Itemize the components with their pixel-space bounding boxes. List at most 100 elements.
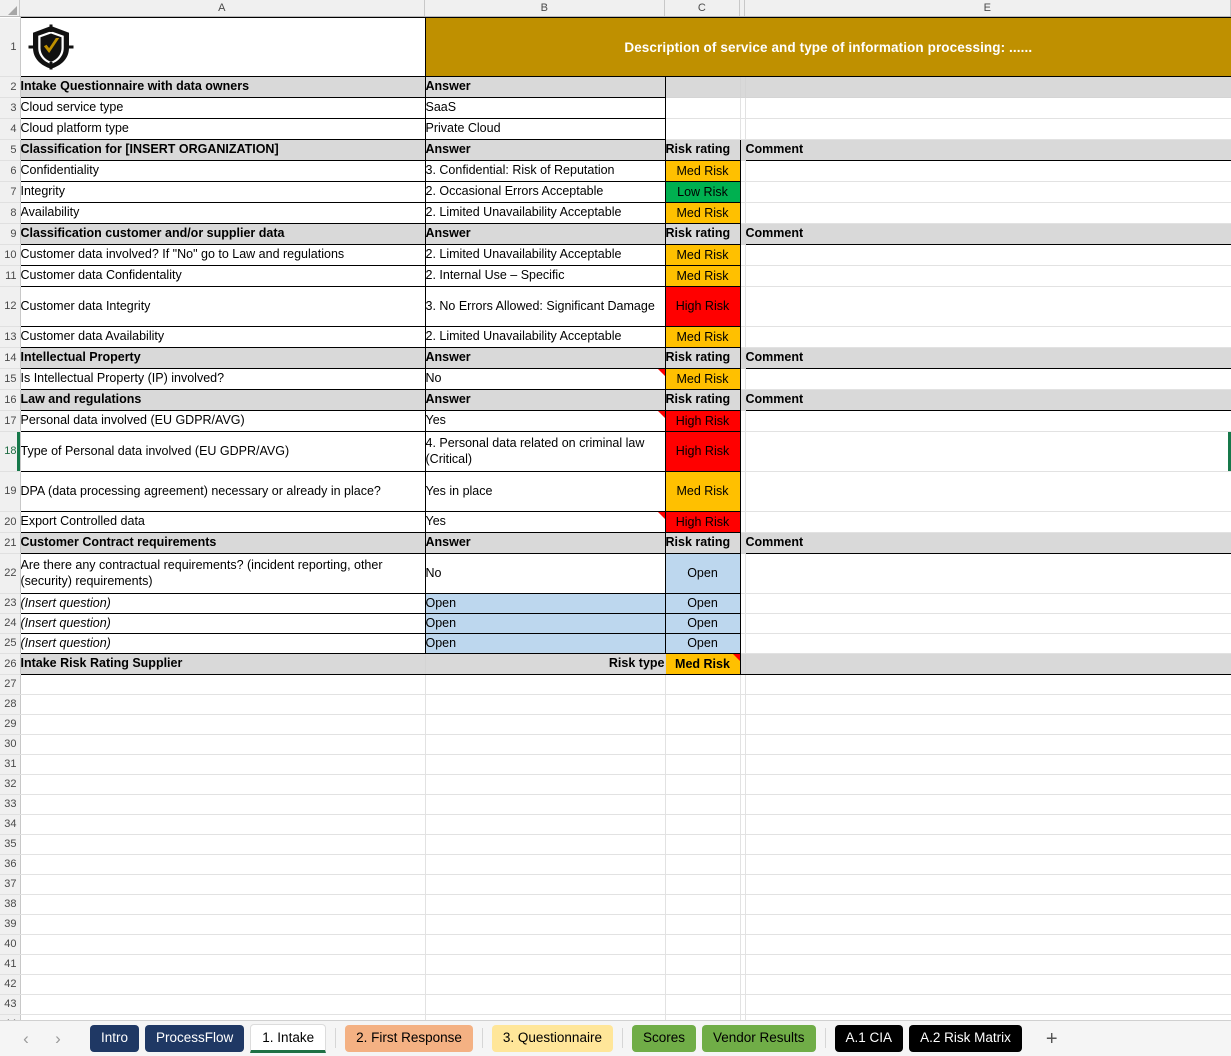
- cell-e3[interactable]: [745, 98, 1231, 119]
- cell-e33[interactable]: [745, 795, 1231, 815]
- cell-e12[interactable]: [745, 287, 1231, 327]
- sheet-tab-intake-active[interactable]: 1. Intake: [250, 1024, 326, 1053]
- cell-a13[interactable]: Customer data Availability: [20, 327, 425, 348]
- sheet-tab-processflow[interactable]: ProcessFlow: [145, 1025, 244, 1052]
- cell-b11[interactable]: 2. Internal Use – Specific: [425, 266, 665, 287]
- cell-b30[interactable]: [425, 735, 665, 755]
- cell-b25[interactable]: Open: [425, 634, 665, 654]
- table-row[interactable]: 5 Classification for [INSERT ORGANIZATIO…: [0, 140, 1231, 161]
- cell-e15[interactable]: [745, 369, 1231, 390]
- cell-b41[interactable]: [425, 955, 665, 975]
- row-header-36[interactable]: 36: [0, 855, 20, 875]
- row-header-1[interactable]: 1: [0, 18, 20, 77]
- cell-a3[interactable]: Cloud service type: [20, 98, 425, 119]
- cell-a8[interactable]: Availability: [20, 203, 425, 224]
- risk-badge-c17[interactable]: High Risk: [665, 411, 740, 432]
- next-sheet-icon[interactable]: ›: [50, 1030, 66, 1047]
- cell-c28[interactable]: [665, 695, 740, 715]
- row-header-32[interactable]: 32: [0, 775, 20, 795]
- row-header-31[interactable]: 31: [0, 755, 20, 775]
- table-row[interactable]: 26 Intake Risk Rating Supplier Risk type…: [0, 654, 1231, 675]
- row-header-17[interactable]: 17: [0, 411, 20, 432]
- cell-b7[interactable]: 2. Occasional Errors Acceptable: [425, 182, 665, 203]
- cell-a24[interactable]: (Insert question): [20, 614, 425, 634]
- cell-a30[interactable]: [20, 735, 425, 755]
- table-row[interactable]: 17 Personal data involved (EU GDPR/AVG) …: [0, 411, 1231, 432]
- table-row[interactable]: 6 Confidentiality 3. Confidential: Risk …: [0, 161, 1231, 182]
- cell-e42[interactable]: [745, 975, 1231, 995]
- cell-e37[interactable]: [745, 875, 1231, 895]
- sheet-tab-vendor-results[interactable]: Vendor Results: [702, 1025, 816, 1052]
- risk-badge-c22[interactable]: Open: [665, 554, 740, 594]
- sheet-tab-questionnaire[interactable]: 3. Questionnaire: [492, 1025, 613, 1052]
- cell-b13[interactable]: 2. Limited Unavailability Acceptable: [425, 327, 665, 348]
- cell-b39[interactable]: [425, 915, 665, 935]
- table-row[interactable]: 39: [0, 915, 1231, 935]
- cell-e28[interactable]: [745, 695, 1231, 715]
- cell-c14[interactable]: Risk rating: [665, 348, 740, 369]
- row-header-4[interactable]: 4: [0, 119, 20, 140]
- cell-b36[interactable]: [425, 855, 665, 875]
- cell-a9[interactable]: Classification customer and/or supplier …: [20, 224, 425, 245]
- risk-badge-c19[interactable]: Med Risk: [665, 472, 740, 512]
- cell-e5[interactable]: Comment: [745, 140, 1231, 161]
- cell-a14[interactable]: Intellectual Property: [20, 348, 425, 369]
- cell-c3[interactable]: [665, 98, 740, 119]
- cell-a36[interactable]: [20, 855, 425, 875]
- cell-a22[interactable]: Are there any contractual requirements? …: [20, 554, 425, 594]
- cell-b29[interactable]: [425, 715, 665, 735]
- table-row[interactable]: 4 Cloud platform type Private Cloud: [0, 119, 1231, 140]
- table-row[interactable]: 8 Availability 2. Limited Unavailability…: [0, 203, 1231, 224]
- table-row[interactable]: 32: [0, 775, 1231, 795]
- cell-a21[interactable]: Customer Contract requirements: [20, 533, 425, 554]
- cell-a20[interactable]: Export Controlled data: [20, 512, 425, 533]
- cell-a5[interactable]: Classification for [INSERT ORGANIZATION]: [20, 140, 425, 161]
- cell-c39[interactable]: [665, 915, 740, 935]
- cell-c2[interactable]: [665, 77, 740, 98]
- cell-a6[interactable]: Confidentiality: [20, 161, 425, 182]
- cell-b24[interactable]: Open: [425, 614, 665, 634]
- sheet-tab-scores[interactable]: Scores: [632, 1025, 696, 1052]
- cell-b40[interactable]: [425, 935, 665, 955]
- table-row[interactable]: 10 Customer data involved? If "No" go to…: [0, 245, 1231, 266]
- table-row[interactable]: 20 Export Controlled data Yes High Risk: [0, 512, 1231, 533]
- row-header-14[interactable]: 14: [0, 348, 20, 369]
- cell-e21[interactable]: Comment: [745, 533, 1231, 554]
- row-header-12[interactable]: 12: [0, 287, 20, 327]
- cell-e35[interactable]: [745, 835, 1231, 855]
- cell-b10[interactable]: 2. Limited Unavailability Acceptable: [425, 245, 665, 266]
- cell-b27[interactable]: [425, 675, 665, 695]
- risk-badge-c18[interactable]: High Risk: [665, 432, 740, 472]
- cell-c16[interactable]: Risk rating: [665, 390, 740, 411]
- cell-a32[interactable]: [20, 775, 425, 795]
- risk-badge-c20[interactable]: High Risk: [665, 512, 740, 533]
- cell-c34[interactable]: [665, 815, 740, 835]
- cell-b8[interactable]: 2. Limited Unavailability Acceptable: [425, 203, 665, 224]
- cell-c4[interactable]: [665, 119, 740, 140]
- table-row[interactable]: 13 Customer data Availability 2. Limited…: [0, 327, 1231, 348]
- row-header-21[interactable]: 21: [0, 533, 20, 554]
- cell-b35[interactable]: [425, 835, 665, 855]
- column-header-a[interactable]: A: [20, 0, 425, 16]
- cell-a29[interactable]: [20, 715, 425, 735]
- table-row[interactable]: 25 (Insert question) Open Open: [0, 634, 1231, 654]
- cell-e18-selected[interactable]: [745, 432, 1231, 472]
- table-row[interactable]: 2 Intake Questionnaire with data owners …: [0, 77, 1231, 98]
- risk-badge-c7[interactable]: Low Risk: [665, 182, 740, 203]
- risk-badge-c11[interactable]: Med Risk: [665, 266, 740, 287]
- table-row[interactable]: 35: [0, 835, 1231, 855]
- cell-b34[interactable]: [425, 815, 665, 835]
- table-row[interactable]: 36: [0, 855, 1231, 875]
- cell-a38[interactable]: [20, 895, 425, 915]
- risk-badge-c23[interactable]: Open: [665, 594, 740, 614]
- table-row[interactable]: 21 Customer Contract requirements Answer…: [0, 533, 1231, 554]
- row-header-9[interactable]: 9: [0, 224, 20, 245]
- cell-e13[interactable]: [745, 327, 1231, 348]
- row-header-13[interactable]: 13: [0, 327, 20, 348]
- row-header-41[interactable]: 41: [0, 955, 20, 975]
- cell-e8[interactable]: [745, 203, 1231, 224]
- cell-b31[interactable]: [425, 755, 665, 775]
- table-row[interactable]: 7 Integrity 2. Occasional Errors Accepta…: [0, 182, 1231, 203]
- cell-b5[interactable]: Answer: [425, 140, 665, 161]
- cell-e26[interactable]: [745, 654, 1231, 675]
